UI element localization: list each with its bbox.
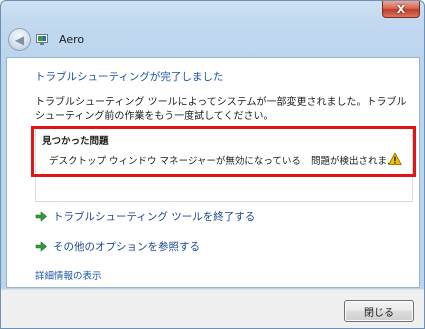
content-panel: トラブルシューティングが完了しました トラブルシューティング ツールによってシス… <box>6 57 420 288</box>
result-description: トラブルシューティング ツールによってシステムが一部変更されました。トラブルシュ… <box>35 97 407 122</box>
other-options-label: その他のオプションを参照する <box>53 240 200 253</box>
problem-name: デスクトップ ウィンドウ マネージャーが無効になっている <box>49 156 301 167</box>
problem-row[interactable]: デスクトップ ウィンドウ マネージャーが無効になっている 問題が検出されま... <box>49 152 404 168</box>
navigation-bar: ◀ Aero <box>1 25 424 55</box>
title-bar: X <box>1 1 424 21</box>
problem-status: 問題が検出されま... <box>311 156 397 167</box>
troubleshooter-window: X ◀ Aero トラブルシューティングが完了しました トラブルシューティング … <box>0 0 425 329</box>
close-icon: X <box>396 2 406 16</box>
window-close-button[interactable]: X <box>382 1 420 18</box>
problems-found-box: 見つかった問題 デスクトップ ウィンドウ マネージャーが無効になっている 問題が… <box>35 128 413 202</box>
green-arrow-icon <box>35 241 47 251</box>
warning-icon <box>388 152 402 165</box>
close-troubleshooter-label: トラブルシューティング ツールを終了する <box>53 210 256 223</box>
close-troubleshooter-link[interactable]: トラブルシューティング ツールを終了する <box>35 208 255 224</box>
close-button[interactable]: 閉じる <box>344 300 414 322</box>
troubleshooter-app-icon <box>36 34 48 45</box>
back-arrow-icon: ◀ <box>14 32 25 47</box>
problems-found-title: 見つかった問題 <box>42 136 109 147</box>
footer-bar: 閉じる <box>1 289 424 328</box>
green-arrow-icon <box>35 211 47 221</box>
page-heading: トラブルシューティングが完了しました <box>35 71 224 83</box>
window-title: Aero <box>59 33 85 46</box>
other-options-link[interactable]: その他のオプションを参照する <box>35 238 200 254</box>
view-details-link[interactable]: 詳細情報の表示 <box>35 268 102 282</box>
back-button[interactable]: ◀ <box>8 28 31 51</box>
